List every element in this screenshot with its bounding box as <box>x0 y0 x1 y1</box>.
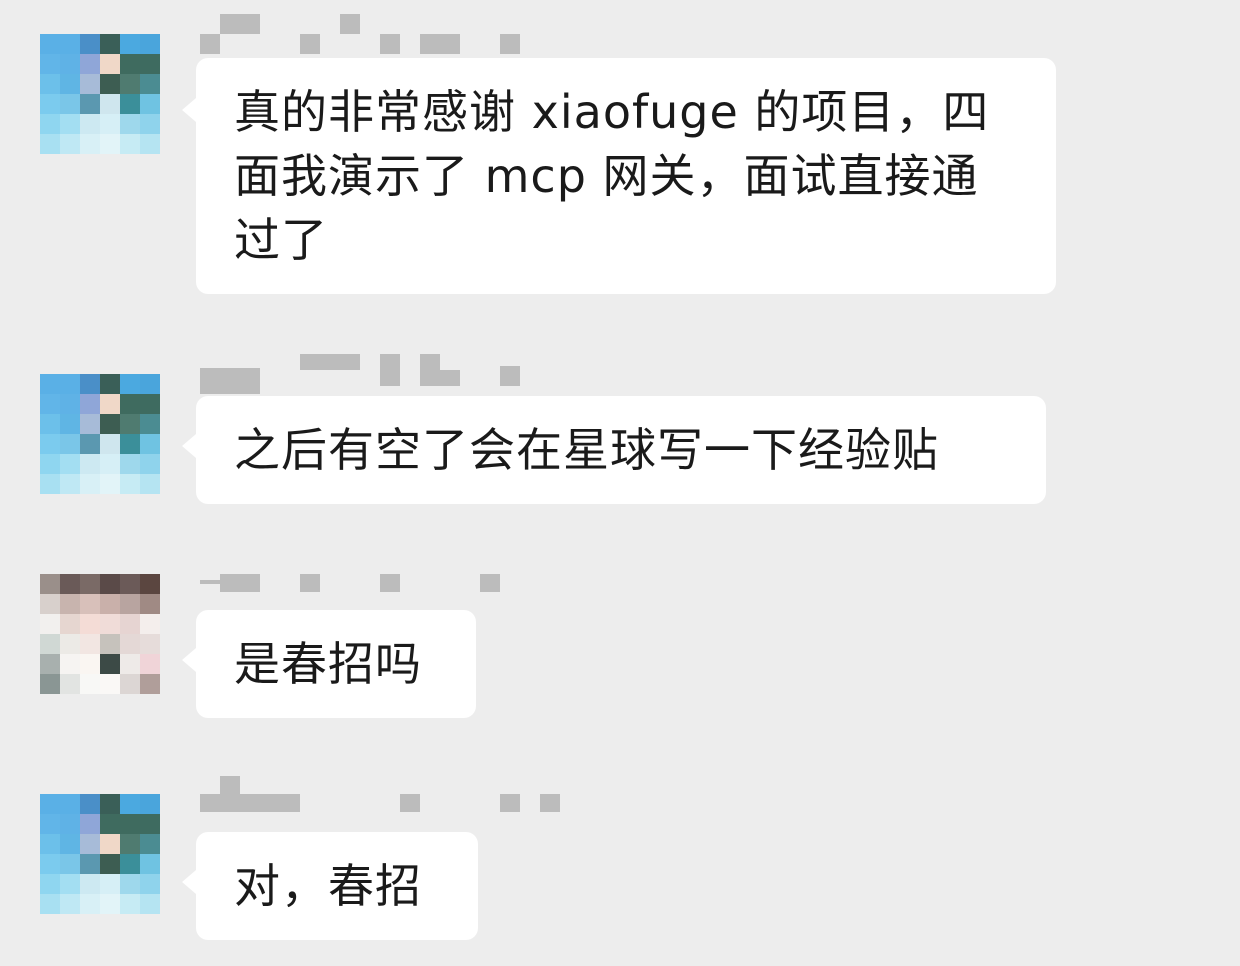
sender-name-redacted <box>200 354 530 394</box>
message-text: 真的非常感谢 xiaofuge 的项目，四面我演示了 mcp 网关，面试直接通过… <box>234 85 990 267</box>
message-bubble[interactable]: 对，春招 <box>182 832 478 940</box>
message-bubble[interactable]: 真的非常感谢 xiaofuge 的项目，四面我演示了 mcp 网关，面试直接通过… <box>182 58 1056 294</box>
avatar[interactable] <box>40 794 160 914</box>
avatar[interactable] <box>40 374 160 494</box>
sender-name-redacted <box>200 776 580 812</box>
message-text: 之后有空了会在星球写一下经验贴 <box>234 423 939 477</box>
message-bubble[interactable]: 之后有空了会在星球写一下经验贴 <box>182 396 1046 504</box>
message-text: 是春招吗 <box>234 637 422 691</box>
message-text: 对，春招 <box>234 859 422 913</box>
bubble-tail <box>182 870 196 894</box>
sender-name-redacted <box>200 14 530 54</box>
avatar[interactable] <box>40 574 160 694</box>
bubble-tail <box>182 648 196 672</box>
bubble-tail <box>182 434 196 458</box>
avatar[interactable] <box>40 34 160 154</box>
bubble-tail <box>182 98 196 122</box>
message-bubble[interactable]: 是春招吗 <box>182 610 476 718</box>
sender-name-redacted <box>200 574 530 598</box>
